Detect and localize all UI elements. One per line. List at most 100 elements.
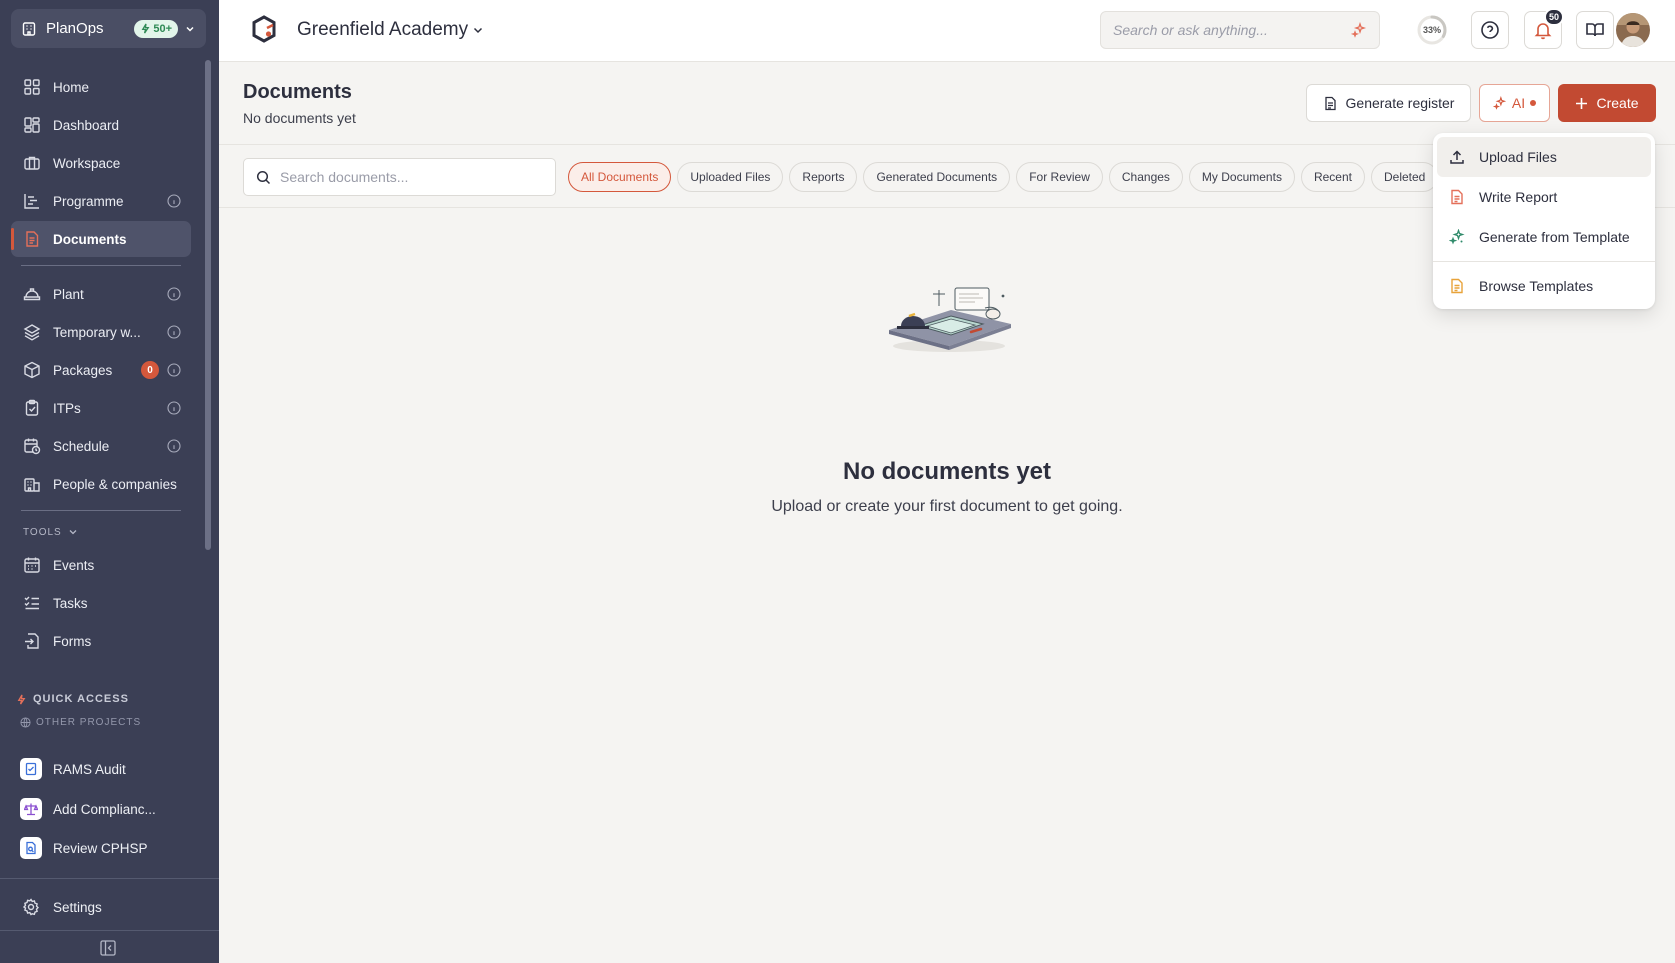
doc-review-icon [20, 837, 42, 859]
collapse-sidebar-icon[interactable] [99, 939, 117, 957]
user-avatar[interactable] [1616, 13, 1650, 47]
globe-icon [20, 717, 31, 728]
generate-register-button[interactable]: Generate register [1306, 84, 1471, 122]
filter-chip-changes[interactable]: Changes [1108, 162, 1183, 192]
nav-item-schedule[interactable]: Schedule [11, 428, 191, 464]
nav-item-itps[interactable]: ITPs [11, 390, 191, 426]
menu-item-label: Write Report [1479, 189, 1558, 205]
other-projects-label: OTHER PROJECTS [20, 717, 141, 728]
nav-item-programme[interactable]: Programme [11, 183, 191, 219]
info-icon[interactable] [167, 194, 181, 208]
quick-access-item[interactable]: Review CPHSP [20, 834, 205, 862]
sidebar-scrollbar[interactable] [205, 60, 211, 550]
sidebar-divider [0, 878, 219, 879]
notifications-button[interactable]: 50 [1524, 8, 1564, 49]
create-label: Create [1596, 95, 1639, 111]
quick-access-label: RAMS Audit [53, 761, 126, 777]
filter-chip-reports[interactable]: Reports [789, 162, 858, 192]
empty-state-illustration [889, 287, 1011, 352]
filter-chip-all-documents[interactable]: All Documents [568, 162, 672, 192]
ai-button[interactable]: AI [1479, 84, 1550, 122]
docs-book-button[interactable] [1576, 11, 1614, 49]
filter-chip-uploaded-files[interactable]: Uploaded Files [677, 162, 784, 192]
nav-item-documents[interactable]: Documents [11, 221, 191, 257]
global-search-input[interactable]: Search or ask anything... [1100, 11, 1380, 49]
nav-divider [21, 265, 181, 266]
filter-chip-recent[interactable]: Recent [1300, 162, 1365, 192]
nav-label: Documents [53, 231, 127, 247]
nav-label: Home [53, 79, 90, 95]
quick-access-item[interactable]: Add Complianc... [20, 795, 205, 823]
menu-item-write-report[interactable]: Write Report [1437, 177, 1651, 217]
quick-access-item[interactable]: RAMS Audit [20, 755, 205, 783]
app-logo[interactable] [250, 15, 278, 43]
ai-status-dot [1530, 100, 1537, 106]
book-open-icon [1586, 23, 1604, 37]
filter-chip-deleted[interactable]: Deleted [1370, 162, 1439, 192]
calendar-icon [24, 557, 40, 573]
top-bar: Greenfield Academy Search or ask anythin… [219, 0, 1675, 62]
sparkle-icon [1449, 229, 1465, 245]
info-icon[interactable] [167, 439, 181, 453]
nav-label: ITPs [53, 400, 81, 416]
other-projects-text: OTHER PROJECTS [36, 717, 142, 728]
menu-item-generate-from-template[interactable]: Generate from Template [1437, 217, 1651, 257]
checklist-icon [24, 596, 39, 610]
progress-text: 33% [1422, 25, 1441, 35]
bolt-icon [141, 23, 150, 34]
nav-item-plant[interactable]: Plant [11, 276, 191, 312]
scale-icon [20, 798, 42, 820]
sidebar-divider [0, 930, 219, 931]
help-button[interactable] [1471, 11, 1509, 49]
count-badge: 0 [141, 361, 159, 379]
help-icon [1481, 21, 1499, 39]
nav-label: Plant [53, 286, 84, 302]
quick-access-label: QUICK ACCESS [33, 693, 129, 705]
info-icon[interactable] [167, 325, 181, 339]
nav-item-dashboard[interactable]: Dashboard [11, 107, 191, 143]
settings-link[interactable]: Settings [22, 898, 102, 916]
filter-chip-for-review[interactable]: For Review [1016, 162, 1103, 192]
nav-label: Forms [53, 633, 92, 649]
nav-item-packages[interactable]: Packages 0 [11, 352, 191, 388]
filter-chip-my-documents[interactable]: My Documents [1188, 162, 1295, 192]
nav-item-forms[interactable]: Forms [11, 623, 191, 659]
create-button[interactable]: Create [1558, 84, 1656, 122]
settings-label: Settings [53, 899, 102, 915]
info-icon[interactable] [167, 363, 181, 377]
bolt-icon [17, 694, 26, 704]
tools-section-toggle[interactable]: TOOLS [11, 521, 191, 543]
info-icon[interactable] [167, 401, 181, 415]
filter-chip-generated-documents[interactable]: Generated Documents [863, 162, 1011, 192]
nav-item-home[interactable]: Home [11, 69, 191, 105]
project-name[interactable]: Greenfield Academy [297, 19, 468, 41]
building-icon [22, 21, 36, 36]
nav-label: Tasks [53, 595, 88, 611]
quick-access-title: QUICK ACCESS [16, 693, 129, 705]
nav-label: People & companies [53, 476, 177, 492]
nav-item-workspace[interactable]: Workspace [11, 145, 191, 181]
quick-access-label: Add Complianc... [53, 801, 156, 817]
workspace-switcher[interactable]: PlanOps 50+ [11, 9, 206, 48]
document-search-input[interactable]: Search documents... [243, 158, 556, 196]
nav-item-people-companies[interactable]: People & companies [11, 466, 191, 502]
nav-item-events[interactable]: Events [11, 547, 191, 583]
menu-item-browse-templates[interactable]: Browse Templates [1437, 266, 1651, 306]
info-icon[interactable] [167, 287, 181, 301]
nav-label: Schedule [53, 438, 110, 454]
nav-item-tasks[interactable]: Tasks [11, 585, 191, 621]
hardhat-icon [23, 288, 41, 301]
chevron-down-icon[interactable] [472, 24, 484, 36]
nav-item-temporary-works[interactable]: Temporary w... [11, 314, 191, 350]
sparkle-icon [1351, 22, 1367, 38]
nav-label: Packages [53, 362, 113, 378]
generate-register-label: Generate register [1345, 95, 1455, 111]
sidebar: PlanOps 50+ Home Dashboard Workspace Pro… [0, 0, 219, 963]
clipboard-icon [25, 399, 39, 416]
menu-item-upload-files[interactable]: Upload Files [1437, 137, 1651, 177]
nav-divider [21, 510, 181, 511]
progress-ring[interactable]: 33% [1416, 14, 1448, 46]
quick-access: QUICK ACCESS OTHER PROJECTS RAMS Audit A… [0, 673, 219, 963]
form-icon [25, 633, 39, 649]
building-icon [24, 478, 40, 492]
